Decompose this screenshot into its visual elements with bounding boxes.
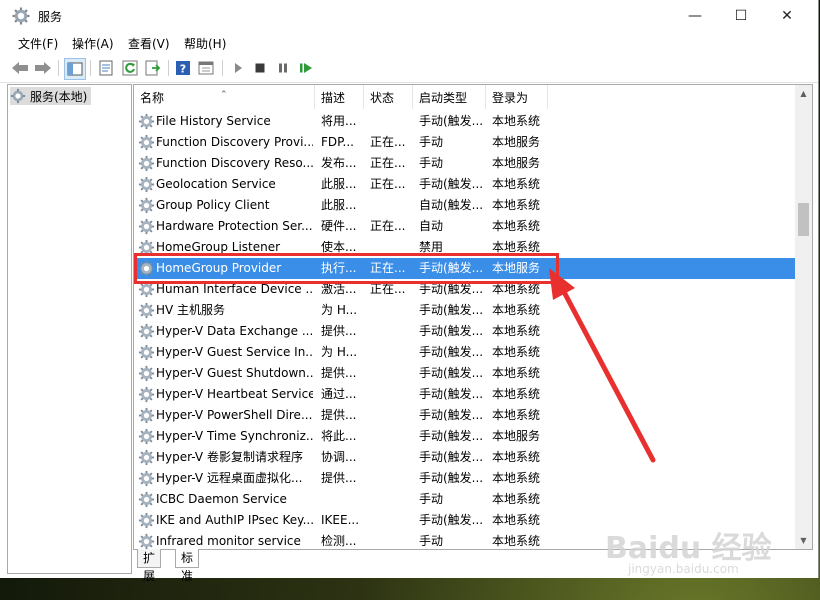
watermark-url: jingyan.baidu.com [628, 562, 739, 576]
annotation-arrow [549, 268, 656, 463]
watermark-logo: Baidu 经验 [605, 531, 772, 566]
